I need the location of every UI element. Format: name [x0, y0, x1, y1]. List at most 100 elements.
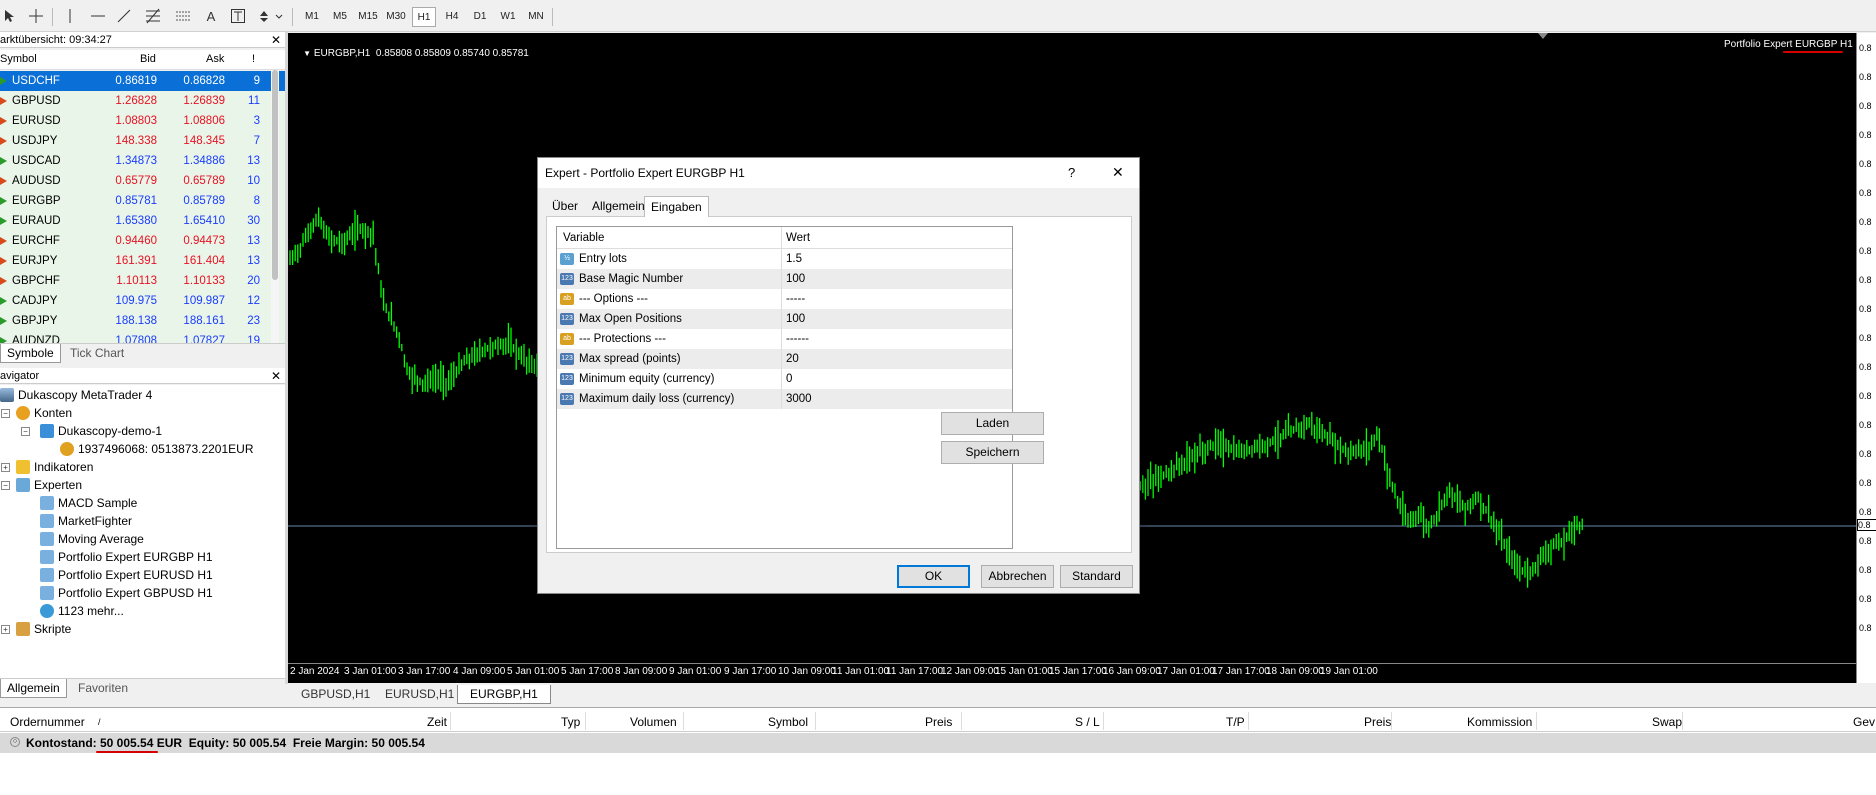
- parameter-value[interactable]: 3000: [786, 389, 812, 409]
- timeframe-h1[interactable]: H1: [412, 7, 436, 27]
- close-icon[interactable]: ✕: [1112, 164, 1124, 181]
- expand-icon[interactable]: +: [1, 625, 10, 634]
- parameter-value[interactable]: ------: [786, 329, 809, 349]
- market-watch-row[interactable]: GBPJPY 188.138 188.161 23: [0, 311, 285, 331]
- parameter-value[interactable]: 100: [786, 269, 805, 289]
- timeframe-h4[interactable]: H4: [440, 7, 464, 27]
- parameter-row[interactable]: ½ Entry lots 1.5: [557, 249, 1012, 269]
- column-tp[interactable]: T/P: [1226, 715, 1245, 729]
- timeframe-mn[interactable]: MN: [524, 7, 548, 27]
- parameter-value[interactable]: 20: [786, 349, 799, 369]
- chart-shift-marker[interactable]: [1538, 33, 1548, 39]
- tab-gbpusd[interactable]: GBPUSD,H1: [289, 685, 382, 704]
- horizontal-line-icon[interactable]: [90, 6, 106, 26]
- collapse-icon[interactable]: −: [21, 427, 30, 436]
- parameter-row[interactable]: ab --- Options --- -----: [557, 289, 1012, 309]
- parameter-row[interactable]: 123 Maximum daily loss (currency) 3000: [557, 389, 1012, 409]
- trendline-icon[interactable]: [116, 6, 132, 26]
- market-watch-row[interactable]: EURGBP 0.85781 0.85789 8: [0, 191, 285, 211]
- column-bid[interactable]: Bid: [140, 53, 156, 65]
- nav-demo-server[interactable]: Dukascopy-demo-1: [40, 422, 162, 440]
- tab-general[interactable]: Allgemein: [0, 679, 67, 698]
- market-watch-row[interactable]: USDCHF 0.86819 0.86828 9: [0, 71, 285, 91]
- ok-button[interactable]: OK: [897, 565, 970, 588]
- column-order[interactable]: Ordernummer: [10, 715, 85, 729]
- nav-root[interactable]: Dukascopy MetaTrader 4: [0, 386, 152, 404]
- nav-expert-item[interactable]: Portfolio Expert EURGBP H1: [40, 548, 213, 566]
- column-time[interactable]: Zeit: [427, 715, 447, 729]
- column-swap[interactable]: Swap: [1652, 715, 1682, 729]
- help-icon[interactable]: ?: [1068, 165, 1075, 180]
- tab-eurgbp[interactable]: EURGBP,H1: [457, 685, 551, 704]
- timeframe-m5[interactable]: M5: [328, 7, 352, 27]
- column-value[interactable]: Wert: [786, 228, 810, 248]
- tab-general[interactable]: Allgemein: [586, 196, 651, 216]
- tab-about[interactable]: Über: [546, 196, 584, 216]
- close-icon[interactable]: ✕: [271, 32, 281, 48]
- market-watch-row[interactable]: USDCAD 1.34873 1.34886 13: [0, 151, 285, 171]
- vertical-line-icon[interactable]: [64, 6, 76, 26]
- market-watch-row[interactable]: EURJPY 161.391 161.404 13: [0, 251, 285, 271]
- nav-account[interactable]: 1937496068: 0513873.2201EUR: [60, 440, 254, 458]
- parameter-value[interactable]: 1.5: [786, 249, 802, 269]
- parameter-value[interactable]: -----: [786, 289, 805, 309]
- text-label-icon[interactable]: [230, 6, 246, 26]
- crosshair-icon[interactable]: [28, 6, 44, 26]
- expert-indicator[interactable]: Portfolio Expert EURGBP H1: [1724, 38, 1856, 50]
- collapse-icon[interactable]: −: [1, 481, 10, 490]
- dialog-titlebar[interactable]: Expert - Portfolio Expert EURGBP H1 ? ✕: [538, 158, 1139, 188]
- column-symbol[interactable]: Symbol: [0, 53, 37, 65]
- nav-expert-item[interactable]: MACD Sample: [40, 494, 137, 512]
- market-watch-row[interactable]: GBPUSD 1.26828 1.26839 11: [0, 91, 285, 111]
- column-volume[interactable]: Volumen: [630, 715, 677, 729]
- timeframe-d1[interactable]: D1: [468, 7, 492, 27]
- nav-expert-item[interactable]: MarketFighter: [40, 512, 132, 530]
- nav-expert-item[interactable]: Moving Average: [40, 530, 144, 548]
- parameter-row[interactable]: 123 Minimum equity (currency) 0: [557, 369, 1012, 389]
- column-type[interactable]: Typ: [561, 715, 580, 729]
- column-profit[interactable]: Gev: [1853, 715, 1875, 729]
- tab-symbols[interactable]: Symbole: [0, 344, 61, 363]
- collapse-icon[interactable]: −: [1, 409, 10, 418]
- nav-expert-item[interactable]: Portfolio Expert EURUSD H1: [40, 566, 213, 584]
- column-price[interactable]: Preis: [925, 715, 952, 729]
- market-watch-row[interactable]: USDJPY 148.338 148.345 7: [0, 131, 285, 151]
- market-watch-row[interactable]: EURAUD 1.65380 1.65410 30: [0, 211, 285, 231]
- parameter-row[interactable]: 123 Max spread (points) 20: [557, 349, 1012, 369]
- nav-experts[interactable]: Experten: [16, 476, 82, 494]
- load-button[interactable]: Laden: [941, 412, 1044, 435]
- column-variable[interactable]: Variable: [563, 228, 604, 248]
- parameter-value[interactable]: 0: [786, 369, 792, 389]
- chart-menu-icon[interactable]: ▼: [303, 49, 311, 58]
- cancel-button[interactable]: Abbrechen: [981, 565, 1054, 588]
- tab-inputs[interactable]: Eingaben: [644, 196, 709, 217]
- column-price-current[interactable]: Preis: [1364, 715, 1391, 729]
- market-watch-scrollbar[interactable]: [271, 70, 279, 346]
- timeframe-m30[interactable]: M30: [384, 7, 408, 27]
- channel-icon[interactable]: [174, 6, 192, 26]
- nav-expert-item[interactable]: 1123 mehr...: [40, 602, 124, 620]
- nav-expert-item[interactable]: Portfolio Expert GBPUSD H1: [40, 584, 213, 602]
- column-sl[interactable]: S / L: [1075, 715, 1100, 729]
- nav-indicators[interactable]: Indikatoren: [16, 458, 93, 476]
- market-watch-row[interactable]: EURCHF 0.94460 0.94473 13: [0, 231, 285, 251]
- tab-tick-chart[interactable]: Tick Chart: [64, 344, 130, 363]
- nav-accounts[interactable]: Konten: [16, 404, 72, 422]
- market-watch-row[interactable]: AUDUSD 0.65779 0.65789 10: [0, 171, 285, 191]
- timeframe-m1[interactable]: M1: [300, 7, 324, 27]
- price-scale[interactable]: 0.8 0.8 0.8 0.8 0.8 0.8 0.8 0.8 0.8 0.8 0.8 0.8 0.8 0…: [1856, 33, 1876, 683]
- parameter-row[interactable]: 123 Base Magic Number 100: [557, 269, 1012, 289]
- default-button[interactable]: Standard: [1060, 565, 1133, 588]
- parameter-row[interactable]: ab --- Protections --- ------: [557, 329, 1012, 349]
- close-icon[interactable]: ✕: [271, 368, 281, 384]
- parameter-row[interactable]: 123 Max Open Positions 100: [557, 309, 1012, 329]
- timeframe-w1[interactable]: W1: [496, 7, 520, 27]
- column-spread[interactable]: !: [252, 53, 255, 65]
- tab-eurusd[interactable]: EURUSD,H1: [373, 685, 466, 704]
- column-symbol[interactable]: Symbol: [768, 715, 808, 729]
- market-watch-row[interactable]: EURUSD 1.08803 1.08806 3: [0, 111, 285, 131]
- column-commission[interactable]: Kommission: [1467, 715, 1532, 729]
- nav-scripts[interactable]: Skripte: [16, 620, 71, 638]
- timeframe-m15[interactable]: M15: [356, 7, 380, 27]
- fibonacci-icon[interactable]: [144, 6, 162, 26]
